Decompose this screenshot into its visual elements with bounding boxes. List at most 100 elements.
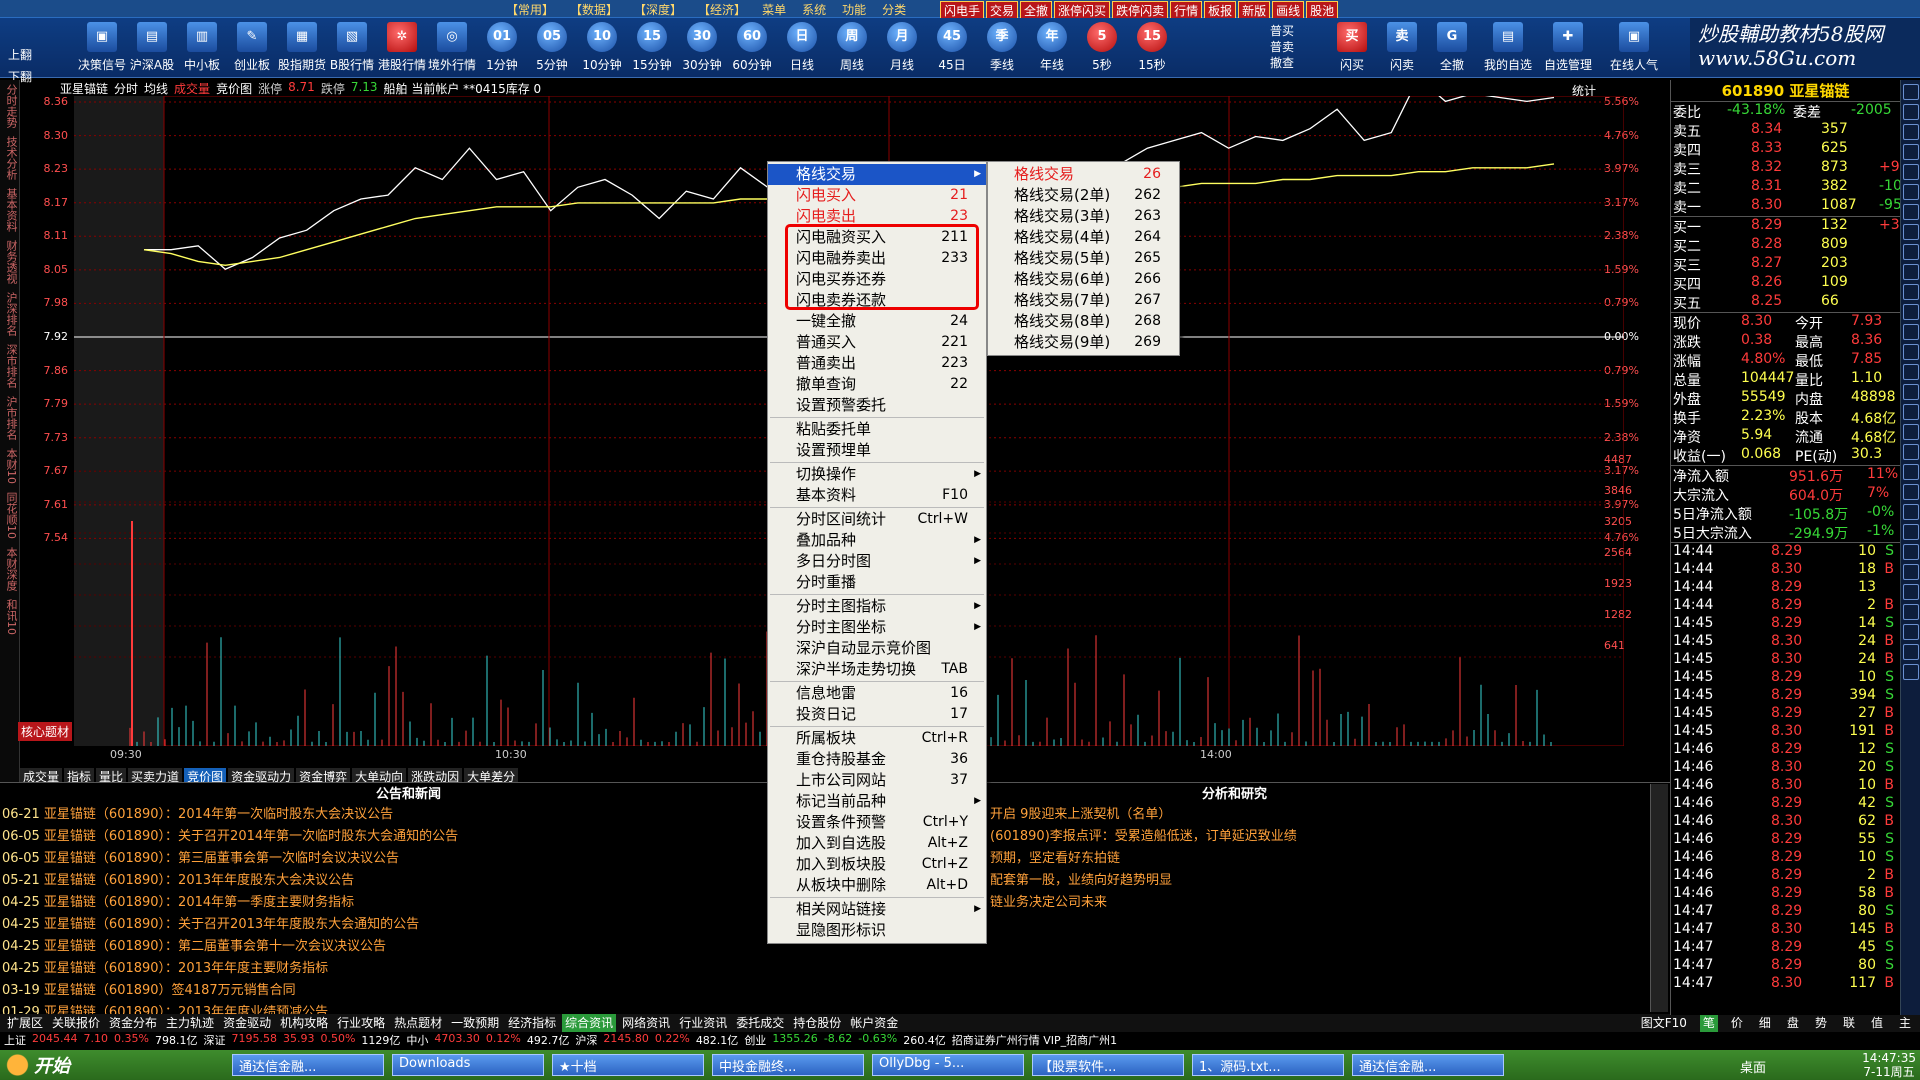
side-tool-20-icon[interactable] xyxy=(1903,484,1919,500)
bottom-tab-item-4[interactable]: 资金驱动 xyxy=(220,1014,274,1032)
task-item-5[interactable]: 【股票软件... xyxy=(1032,1054,1184,1076)
task-item-0[interactable]: 通达信金融... xyxy=(232,1054,384,1076)
side-tool-14-icon[interactable] xyxy=(1903,364,1919,380)
menu2-item-4[interactable]: 格线交易(5单) 265 xyxy=(988,248,1179,269)
menu1-item-22[interactable]: 深沪自动显示竞价图 xyxy=(768,638,986,659)
bottom-tab-item-2[interactable]: 资金分布 xyxy=(106,1014,160,1032)
right-tab-item-1[interactable]: 笔 xyxy=(1699,1014,1718,1032)
bottom-tab-item-3[interactable]: 主力轨迹 xyxy=(163,1014,217,1032)
bottom-tab-item-5[interactable]: 机构攻略 xyxy=(277,1014,331,1032)
side-tool-26-icon[interactable] xyxy=(1903,604,1919,620)
menu1-item-14[interactable]: 切换操作 ▶ xyxy=(768,464,986,485)
strip-item-8[interactable]: 同花顺10 xyxy=(3,488,19,543)
side-tool-22-icon[interactable] xyxy=(1903,524,1919,540)
research-row[interactable]: (601890)李报点评：受累造船低迷，订单延迟致业绩 xyxy=(990,825,1297,844)
menu1-item-21[interactable]: 分时主图坐标 ▶ xyxy=(768,617,986,638)
side-tool-23-icon[interactable] xyxy=(1903,544,1919,560)
menu1-item-24[interactable]: 信息地雷 16 xyxy=(768,683,986,704)
research-row[interactable]: 开启 9股迎来上涨契机（名单） xyxy=(990,803,1171,822)
toolbar-button-item-27[interactable]: ▣ 在线人气 xyxy=(1610,22,1658,76)
menu1-item-20[interactable]: 分时主图指标 ▶ xyxy=(768,596,986,617)
menu1-item-13[interactable]: 设置预埋单 xyxy=(768,440,986,461)
menu-item-0[interactable]: 【常用】 xyxy=(500,1,560,17)
right-tab-item-2[interactable]: 价 xyxy=(1728,1014,1746,1032)
menu1-item-17[interactable]: 叠加品种 ▶ xyxy=(768,530,986,551)
side-tool-12-icon[interactable] xyxy=(1903,324,1919,340)
toolbar-button-item-18[interactable]: 季季线 xyxy=(978,22,1026,76)
side-tool-17-icon[interactable] xyxy=(1903,424,1919,440)
toolbar-button-item-8[interactable]: 01 1分钟 xyxy=(478,22,526,76)
toolbar-button-item-19[interactable]: 年年线 xyxy=(1028,22,1076,76)
strip-item-5[interactable]: 深市排名 xyxy=(3,340,19,392)
toolbar-button-item-9[interactable]: 05 5分钟 xyxy=(528,22,576,76)
toolbar-button-item-14[interactable]: 日日线 xyxy=(778,22,826,76)
menu1-item-19[interactable]: 分时重播 xyxy=(768,572,986,593)
right-tab-item-5[interactable]: 势 xyxy=(1812,1014,1830,1032)
task-item-4[interactable]: OllyDbg - 5... xyxy=(872,1054,1024,1076)
side-tool-5-icon[interactable] xyxy=(1903,184,1919,200)
menu-item-2[interactable]: 【深度】 xyxy=(628,1,688,17)
right-tab-item-3[interactable]: 细 xyxy=(1756,1014,1774,1032)
menu1-item-11[interactable]: 设置预警委托 xyxy=(768,395,986,416)
menu1-item-1[interactable]: 闪电买入 21 xyxy=(768,185,986,206)
side-tool-15-icon[interactable] xyxy=(1903,384,1919,400)
menu1-item-15[interactable]: 基本资料 F10 xyxy=(768,485,986,506)
strip-item-1[interactable]: 技术分析 xyxy=(3,132,19,184)
news-row[interactable]: 06-21 亚星锚链（601890）：2014年第一次临时股东大会决议公告 xyxy=(2,803,393,822)
task-item-1[interactable]: Downloads xyxy=(392,1054,544,1076)
menu1-item-28[interactable]: 上市公司网站 37 xyxy=(768,770,986,791)
news-row[interactable]: 04-25 亚星锚链（601890）：2014年第一季度主要财务指标 xyxy=(2,891,354,910)
side-tool-4-icon[interactable] xyxy=(1903,164,1919,180)
bottom-tab-item-11[interactable]: 网络资讯 xyxy=(619,1014,673,1032)
strip-item-0[interactable]: 分时走势 xyxy=(3,80,19,132)
strip-item-10[interactable]: 和讯10 xyxy=(3,595,19,639)
side-tool-3-icon[interactable] xyxy=(1903,144,1919,160)
menu1-item-35[interactable]: 显隐图形标识 xyxy=(768,920,986,941)
bottom-tab-item-6[interactable]: 行业攻略 xyxy=(334,1014,388,1032)
toolbar-button-item-15[interactable]: 周周线 xyxy=(828,22,876,76)
side-tool-6-icon[interactable] xyxy=(1903,204,1919,220)
menu1-item-10[interactable]: 撤单查询 22 xyxy=(768,374,986,395)
strip-item-4[interactable]: 沪深排名 xyxy=(3,288,19,340)
side-tool-1-icon[interactable] xyxy=(1903,104,1919,120)
menu2-item-5[interactable]: 格线交易(6单) 266 xyxy=(988,269,1179,290)
menu-item-4[interactable]: 菜单 xyxy=(756,1,792,17)
bottom-tab-item-14[interactable]: 持仓股份 xyxy=(790,1014,844,1032)
side-tool-29-icon[interactable] xyxy=(1903,664,1919,680)
menu1-item-27[interactable]: 重仓持股基金 36 xyxy=(768,749,986,770)
right-tab-item-6[interactable]: 联 xyxy=(1840,1014,1858,1032)
toolbar-button-item-0[interactable]: ▣ 决策信号 xyxy=(78,22,126,76)
task-item-7[interactable]: 通达信金融... xyxy=(1352,1054,1504,1076)
menu1-item-9[interactable]: 普通卖出 223 xyxy=(768,353,986,374)
menu2-item-1[interactable]: 格线交易(2单) 262 xyxy=(988,185,1179,206)
news-row[interactable]: 05-21 亚星锚链（601890）：2013年年度股东大会决议公告 xyxy=(2,869,354,888)
side-tool-25-icon[interactable] xyxy=(1903,584,1919,600)
news-row[interactable]: 04-25 亚星锚链（601890）：关于召开2013年年度股东大会通知的公告 xyxy=(2,913,419,932)
side-tool-18-icon[interactable] xyxy=(1903,444,1919,460)
side-tool-28-icon[interactable] xyxy=(1903,644,1919,660)
menu1-item-32[interactable]: 加入到板块股 Ctrl+Z xyxy=(768,854,986,875)
small-trade-item-1[interactable]: 普卖 xyxy=(1270,38,1320,54)
right-tab-item-0[interactable]: 图文F10 xyxy=(1638,1014,1690,1032)
menu1-item-8[interactable]: 普通买入 221 xyxy=(768,332,986,353)
side-tool-10-icon[interactable] xyxy=(1903,284,1919,300)
menu1-item-23[interactable]: 深沪半场走势切换 TAB xyxy=(768,659,986,680)
toolbar-button-item-23[interactable]: 卖闪卖 xyxy=(1378,22,1426,76)
bottom-tab-item-1[interactable]: 关联报价 xyxy=(49,1014,103,1032)
menu1-item-18[interactable]: 多日分时图 ▶ xyxy=(768,551,986,572)
toolbar-button-item-26[interactable]: ✚ 自选管理 xyxy=(1544,22,1592,76)
side-tool-19-icon[interactable] xyxy=(1903,464,1919,480)
right-tab-item-4[interactable]: 盘 xyxy=(1784,1014,1802,1032)
side-tool-13-icon[interactable] xyxy=(1903,344,1919,360)
menu2-item-2[interactable]: 格线交易(3单) 263 xyxy=(988,206,1179,227)
bottom-tab-item-9[interactable]: 经济指标 xyxy=(505,1014,559,1032)
side-tool-16-icon[interactable] xyxy=(1903,404,1919,420)
toolbar-button-item-12[interactable]: 30 30分钟 xyxy=(678,22,726,76)
bottom-tab-item-13[interactable]: 委托成交 xyxy=(733,1014,787,1032)
side-tool-11-icon[interactable] xyxy=(1903,304,1919,320)
side-tool-9-icon[interactable] xyxy=(1903,264,1919,280)
research-row[interactable]: 配套第一股，业绩向好趋势明显 xyxy=(990,869,1172,888)
news-row[interactable]: 06-05 亚星锚链（601890）：第三届董事会第一次临时会议决议公告 xyxy=(2,847,399,866)
page-up-button[interactable]: 上翻 xyxy=(8,46,54,68)
bottom-tab-item-7[interactable]: 热点题材 xyxy=(391,1014,445,1032)
